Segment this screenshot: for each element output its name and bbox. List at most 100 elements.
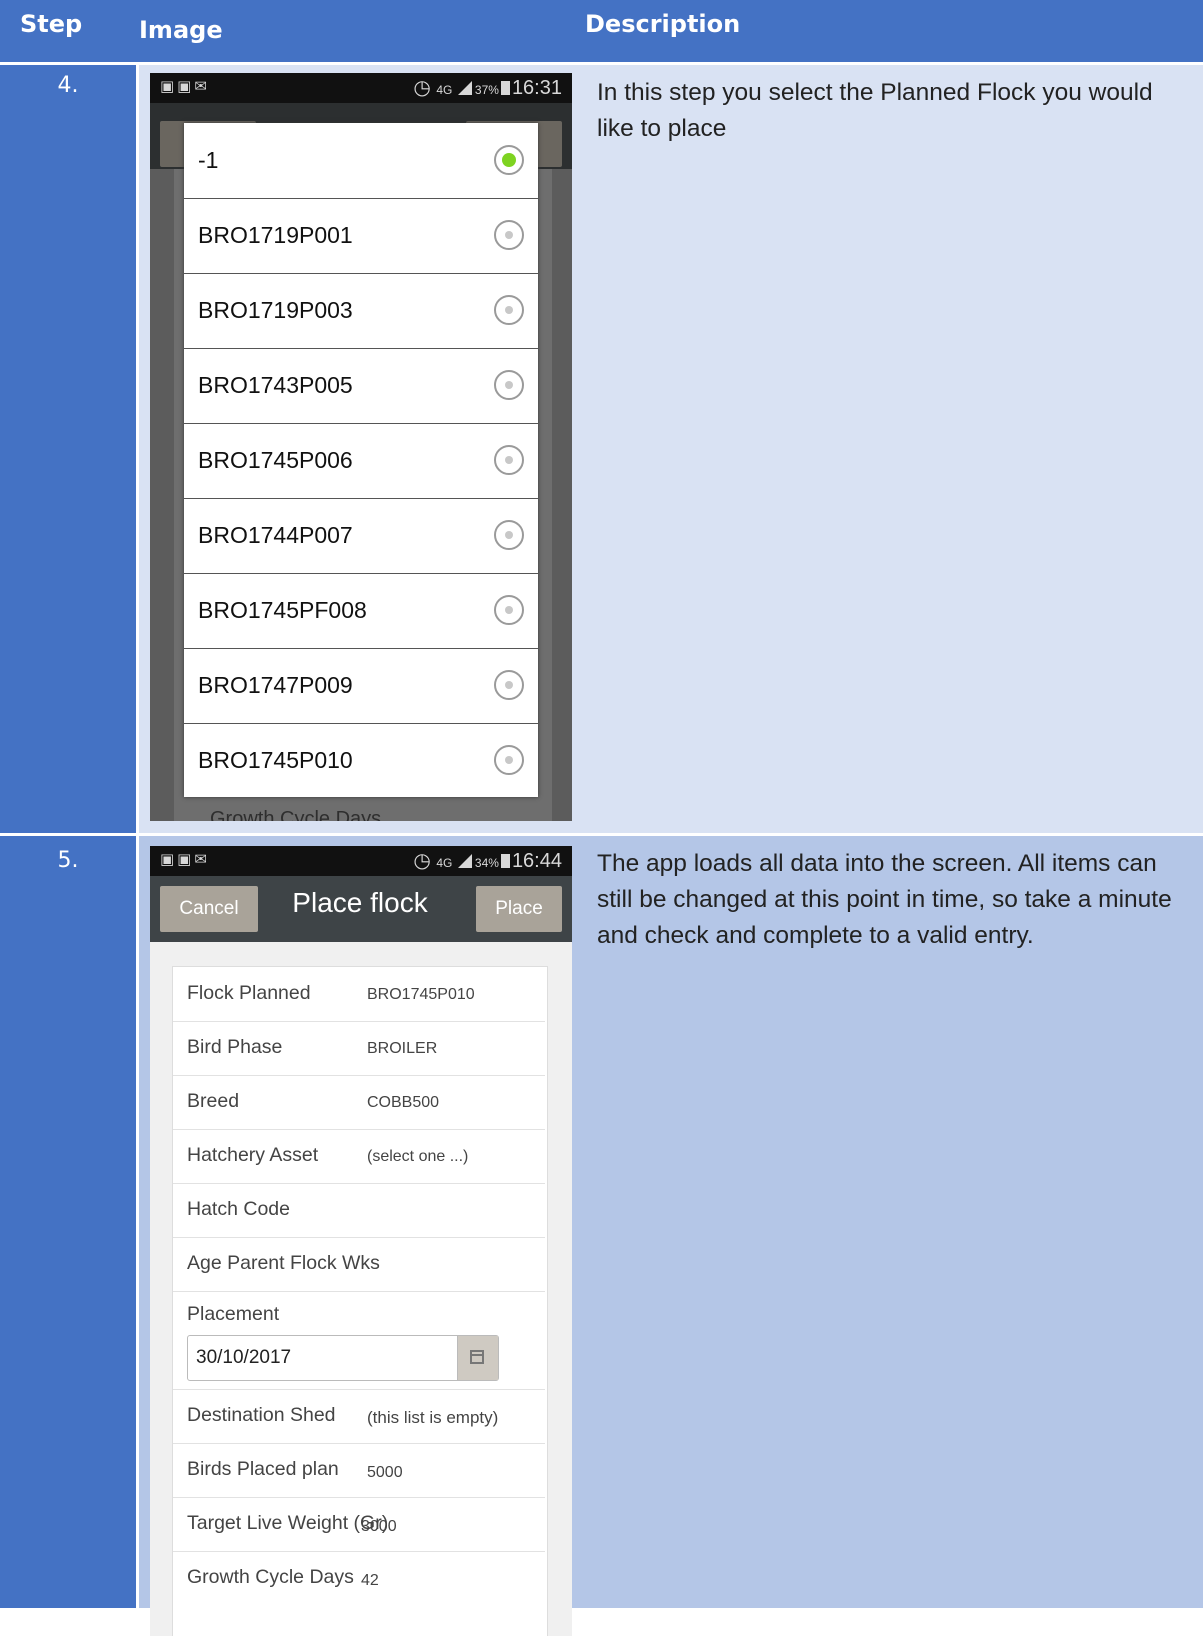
field-hatchery-asset[interactable]: Hatchery Asset (select one ...) xyxy=(173,1129,545,1184)
description-cell-5: The app loads all data into the screen. … xyxy=(583,836,1203,1608)
field-value[interactable]: COBB500 xyxy=(367,1094,439,1112)
field-value[interactable]: 42 xyxy=(361,1572,379,1590)
field-breed[interactable]: Breed COBB500 xyxy=(173,1075,545,1130)
field-value[interactable]: 5000 xyxy=(367,1464,403,1482)
status-bar: ▣▣✉ ◷ 4G 37% 16:31 xyxy=(150,73,572,103)
description-cell-4: In this step you select the Planned Floc… xyxy=(583,65,1203,833)
radio-button-icon[interactable] xyxy=(494,145,524,175)
calendar-button[interactable] xyxy=(457,1336,498,1380)
calendar-icon xyxy=(470,1350,484,1364)
shed-select[interactable]: (this list is empty) xyxy=(367,1408,498,1428)
step-cell-5: 5. xyxy=(0,836,136,1608)
field-target-live-weight[interactable]: Target Live Weight (Gr) 3000 xyxy=(173,1497,545,1552)
option-label: BRO1719P001 xyxy=(198,222,353,248)
option-label: BRO1719P003 xyxy=(198,297,353,323)
dialog-option[interactable]: BRO1745PF008 xyxy=(184,573,538,649)
battery-icon xyxy=(500,854,510,868)
status-time: 16:31 xyxy=(511,77,562,99)
date-value: 30/10/2017 xyxy=(196,1347,292,1368)
radio-button-icon[interactable] xyxy=(494,520,524,550)
field-flock-planned[interactable]: Flock Planned BRO1745P010 xyxy=(173,967,545,1022)
dialog-option[interactable]: BRO1747P009 xyxy=(184,648,538,724)
header-image: Image xyxy=(139,16,223,44)
status-right: ◷ 4G 34% 16:44 xyxy=(413,848,562,873)
radio-button-icon[interactable] xyxy=(494,595,524,625)
radio-button-icon[interactable] xyxy=(494,445,524,475)
step-number: 4. xyxy=(57,73,79,98)
field-growth-cycle-days[interactable]: Growth Cycle Days 42 xyxy=(173,1551,545,1605)
dialog-option[interactable]: BRO1745P010 xyxy=(184,723,538,797)
status-time: 16:44 xyxy=(511,850,562,872)
step-cell-4: 4. xyxy=(0,65,136,833)
document-table: Step Image Description 4. ▣▣✉ ◷ 4G 37% 16… xyxy=(0,0,1203,1636)
field-bird-phase[interactable]: Bird Phase BROILER xyxy=(173,1021,545,1076)
phone-screenshot-place-flock: ▣▣✉ ◷ 4G 34% 16:44 Cancel Place flock Pla… xyxy=(150,846,572,1636)
placement-date-input[interactable]: 30/10/2017 xyxy=(187,1335,499,1381)
dimmed-field-label: Growth Cycle Days xyxy=(210,808,382,821)
option-label: BRO1744P007 xyxy=(198,522,353,548)
dialog-option[interactable]: BRO1745P006 xyxy=(184,423,538,499)
field-label: Hatchery Asset xyxy=(187,1144,319,1166)
dialog-option[interactable]: BRO1744P007 xyxy=(184,498,538,574)
field-label: Bird Phase xyxy=(187,1036,283,1058)
option-label: BRO1745PF008 xyxy=(198,597,367,623)
flock-select-dialog: -1 BRO1719P001 BRO1719P003 BRO1743P005 B… xyxy=(184,123,538,797)
table-header-row: Step Image Description xyxy=(0,0,1203,62)
image-cell-4: ▣▣✉ ◷ 4G 37% 16:31 Growth Cycle Days -1 xyxy=(139,65,583,833)
field-label: Growth Cycle Days xyxy=(187,1566,354,1588)
field-value[interactable]: BROILER xyxy=(367,1040,437,1058)
cancel-button[interactable]: Cancel xyxy=(160,886,258,932)
battery-icon xyxy=(500,81,510,95)
radio-button-icon[interactable] xyxy=(494,670,524,700)
network-type: 4G xyxy=(436,83,453,97)
option-label: BRO1745P010 xyxy=(198,747,353,773)
place-button[interactable]: Place xyxy=(476,886,562,932)
battery-percent: 34% xyxy=(474,856,499,870)
dialog-option[interactable]: BRO1743P005 xyxy=(184,348,538,424)
alarm-icon: ◷ xyxy=(413,77,431,99)
place-flock-form: Flock Planned BRO1745P010 Bird Phase BRO… xyxy=(172,966,548,1636)
dialog-option[interactable]: BRO1719P001 xyxy=(184,198,538,274)
option-label: BRO1747P009 xyxy=(198,672,353,698)
dialog-option[interactable]: -1 xyxy=(184,123,538,199)
page-title: Place flock xyxy=(292,887,428,918)
radio-button-icon[interactable] xyxy=(494,220,524,250)
field-value[interactable]: 3000 xyxy=(361,1518,397,1536)
field-placement: Placement 30/10/2017 xyxy=(173,1291,545,1390)
field-label: Breed xyxy=(187,1090,240,1112)
field-destination-shed[interactable]: Destination Shed (this list is empty) xyxy=(173,1389,545,1444)
field-label: Age Parent Flock Wks xyxy=(187,1252,380,1274)
notification-icons: ▣▣✉ xyxy=(160,850,210,868)
field-label: Placement xyxy=(187,1303,280,1325)
field-birds-placed[interactable]: Birds Placed plan 5000 xyxy=(173,1443,545,1498)
description-text: In this step you select the Planned Floc… xyxy=(597,79,1153,142)
option-label: BRO1745P006 xyxy=(198,447,353,473)
step-number: 5. xyxy=(57,848,79,873)
status-bar: ▣▣✉ ◷ 4G 34% 16:44 xyxy=(150,846,572,876)
field-hatch-code[interactable]: Hatch Code xyxy=(173,1183,545,1238)
status-right: ◷ 4G 37% 16:31 xyxy=(413,75,562,100)
hatchery-select[interactable]: (select one ...) xyxy=(367,1148,468,1166)
alarm-icon: ◷ xyxy=(413,850,431,872)
field-value[interactable]: BRO1745P010 xyxy=(367,986,475,1004)
phone-screenshot-select-flock: ▣▣✉ ◷ 4G 37% 16:31 Growth Cycle Days -1 xyxy=(150,73,572,821)
field-age-parent-flock[interactable]: Age Parent Flock Wks xyxy=(173,1237,545,1292)
radio-button-icon[interactable] xyxy=(494,370,524,400)
notification-icons: ▣▣✉ xyxy=(160,77,210,95)
signal-icon xyxy=(457,81,472,95)
field-label: Target Live Weight (Gr) xyxy=(187,1512,389,1534)
description-text: The app loads all data into the screen. … xyxy=(597,850,1172,949)
field-label: Destination Shed xyxy=(187,1404,336,1426)
battery-percent: 37% xyxy=(474,83,499,97)
dialog-option[interactable]: BRO1719P003 xyxy=(184,273,538,349)
signal-icon xyxy=(457,854,472,868)
field-label: Birds Placed plan xyxy=(187,1458,339,1480)
radio-button-icon[interactable] xyxy=(494,745,524,775)
option-label: -1 xyxy=(198,147,219,173)
header-description: Description xyxy=(585,10,741,38)
image-cell-5: ▣▣✉ ◷ 4G 34% 16:44 Cancel Place flock Pla… xyxy=(139,836,583,1636)
option-label: BRO1743P005 xyxy=(198,372,353,398)
field-label: Hatch Code xyxy=(187,1198,290,1220)
radio-button-icon[interactable] xyxy=(494,295,524,325)
app-bar: Cancel Place flock Place xyxy=(150,876,572,942)
